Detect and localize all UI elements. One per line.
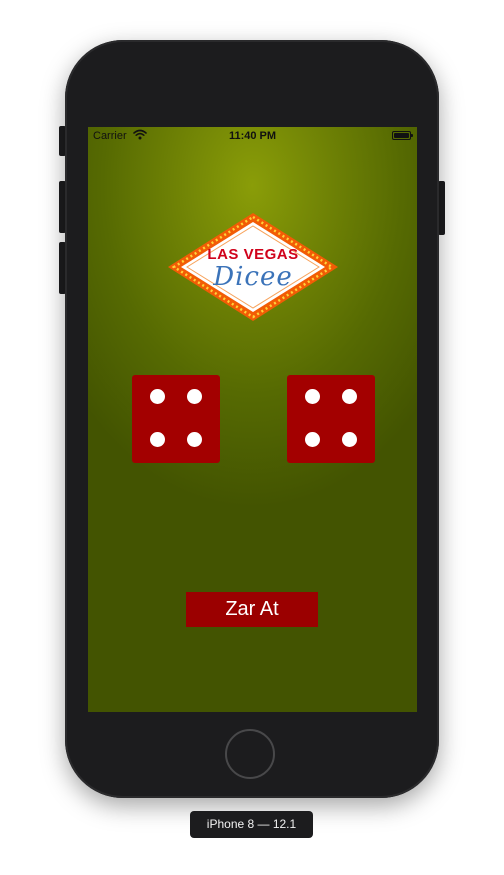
logo-title: LAS VEGAS — [207, 246, 299, 263]
die-pip — [150, 432, 165, 447]
logo-subtitle: Dicee — [213, 262, 293, 292]
left-die — [132, 375, 220, 463]
status-time: 11:40 PM — [228, 130, 277, 142]
app-screen: Carrier 11:40 PM LAS VEGAS Dicee Zar At — [88, 127, 417, 712]
die-pip — [305, 389, 320, 404]
status-bar: Carrier 11:40 PM — [88, 127, 417, 145]
las-vegas-dicee-logo: LAS VEGAS Dicee — [166, 211, 340, 323]
die-pip — [150, 389, 165, 404]
device-label: iPhone 8 — 12.1 — [190, 811, 313, 838]
die-pip — [342, 389, 357, 404]
right-die — [287, 375, 375, 463]
roll-button[interactable]: Zar At — [186, 592, 318, 627]
home-button[interactable] — [225, 729, 275, 779]
die-pip — [187, 432, 202, 447]
power-button — [438, 181, 445, 235]
die-pip — [342, 432, 357, 447]
die-pip — [305, 432, 320, 447]
battery-icon — [392, 131, 413, 140]
die-pip — [187, 389, 202, 404]
